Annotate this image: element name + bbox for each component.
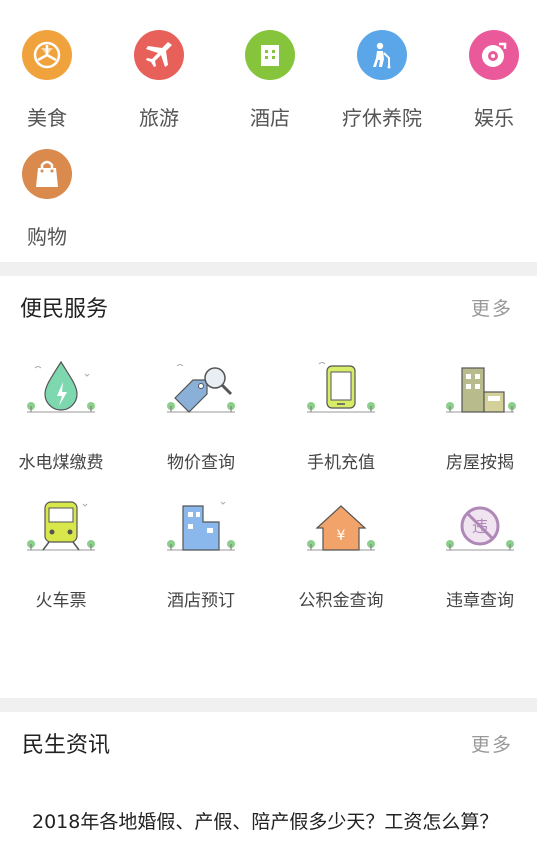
service-label: 违章查询	[446, 591, 514, 611]
category-entertainment[interactable]: 娱乐	[444, 30, 537, 131]
service-train-ticket[interactable]: 火车票	[0, 492, 128, 611]
service-label: 酒店预订	[167, 591, 235, 611]
service-housing-fund[interactable]: ¥ 公积金查询	[274, 492, 408, 611]
service-price-query[interactable]: 物价查询	[134, 354, 268, 473]
services-title: 便民服务	[20, 297, 109, 322]
svg-text:违: 违	[472, 517, 488, 536]
news-list: 2018年各地婚假、产假、陪产假多少天？工资怎么算？	[0, 774, 537, 836]
service-violation-query[interactable]: 违 违章查询	[413, 492, 537, 611]
section-divider	[0, 698, 537, 712]
water-drop-icon	[27, 360, 95, 413]
food-icon	[22, 30, 72, 80]
services-grid: 水电煤缴费 物价查询 手机充值 房屋按揭 火车票 酒店预订 ¥ 公积金查询 违 …	[0, 338, 537, 698]
house-building-icon	[446, 367, 516, 413]
svg-text:¥: ¥	[337, 528, 346, 544]
service-label: 火车票	[35, 591, 87, 611]
category-hotel[interactable]: 酒店	[220, 30, 320, 131]
category-label: 购物	[27, 225, 67, 249]
hotel-icon	[245, 30, 295, 80]
section-divider	[0, 262, 537, 276]
services-more-link[interactable]: 更多	[471, 294, 513, 321]
category-grid: 美食 旅游 酒店 疗休养院 娱乐 购物	[0, 0, 537, 262]
service-label: 物价查询	[167, 453, 235, 473]
news-title: 民生资讯	[22, 733, 111, 758]
hotel-building-icon	[167, 501, 235, 551]
mobile-phone-icon	[307, 362, 375, 413]
elderly-icon	[357, 30, 407, 80]
category-label: 娱乐	[474, 106, 514, 130]
news-more-link[interactable]: 更多	[471, 730, 513, 757]
airplane-icon	[134, 30, 184, 80]
service-mobile-topup[interactable]: 手机充值	[274, 354, 408, 473]
service-label: 房屋按揭	[446, 453, 514, 473]
violation-sign-icon: 违	[446, 506, 514, 551]
service-utility-payment[interactable]: 水电煤缴费	[0, 354, 128, 473]
train-icon	[27, 501, 95, 551]
services-header: 便民服务 更多	[0, 276, 537, 338]
category-label: 酒店	[250, 106, 290, 130]
house-yuan-icon: ¥	[307, 505, 375, 551]
music-disc-icon	[469, 30, 519, 80]
shopping-bag-icon	[22, 149, 72, 199]
service-mortgage[interactable]: 房屋按揭	[413, 354, 537, 473]
service-label: 手机充值	[307, 453, 375, 473]
service-label: 水电煤缴费	[18, 453, 104, 473]
category-food[interactable]: 美食	[0, 30, 97, 131]
category-shopping[interactable]: 购物	[0, 149, 97, 250]
category-label: 疗休养院	[342, 106, 422, 130]
service-hotel-booking[interactable]: 酒店预订	[134, 492, 268, 611]
price-tag-search-icon	[167, 364, 235, 413]
category-label: 美食	[27, 106, 67, 130]
news-header: 民生资讯 更多	[0, 712, 537, 774]
category-sanatorium[interactable]: 疗休养院	[332, 30, 432, 131]
category-travel[interactable]: 旅游	[109, 30, 209, 131]
service-label: 公积金查询	[298, 591, 384, 611]
news-item-title[interactable]: 2018年各地婚假、产假、陪产假多少天？工资怎么算？	[0, 808, 537, 836]
category-label: 旅游	[139, 106, 179, 130]
